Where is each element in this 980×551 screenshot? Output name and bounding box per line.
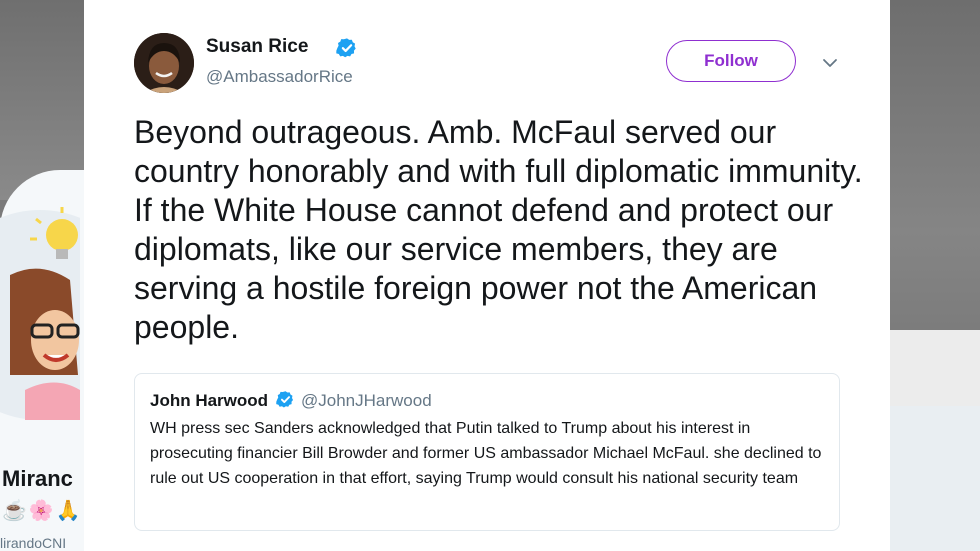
- follow-button[interactable]: Follow: [666, 40, 796, 82]
- verified-badge-icon: [276, 391, 294, 408]
- background-panel-right: [890, 330, 980, 406]
- background-profile-avatar: [0, 205, 80, 420]
- tweet-text: Beyond outrageous. Amb. McFaul served ou…: [134, 114, 863, 345]
- quoted-tweet-text: WH press sec Sanders acknowledged that P…: [150, 420, 822, 487]
- background-profile-name: Miranc: [2, 466, 73, 491]
- quoted-author-name[interactable]: John Harwood: [150, 391, 268, 411]
- quoted-author-handle[interactable]: @JohnJHarwood: [301, 391, 432, 411]
- author-handle[interactable]: @AmbassadorRice: [206, 67, 353, 87]
- background-page-right: [890, 406, 980, 551]
- author-name[interactable]: Susan Rice: [206, 36, 308, 58]
- background-profile-emojis: ☕🌸🙏: [2, 500, 83, 522]
- background-photo-right: [890, 0, 980, 330]
- avatar[interactable]: [134, 33, 194, 93]
- tweet-card: Susan Rice @AmbassadorRice Follow Beyond…: [84, 0, 890, 551]
- verified-badge-icon: [336, 38, 356, 58]
- chevron-down-icon[interactable]: [820, 53, 840, 73]
- quoted-tweet[interactable]: John Harwood @JohnJHarwood WH press sec …: [134, 373, 840, 531]
- background-profile-handle: lirandoCNI: [0, 535, 67, 551]
